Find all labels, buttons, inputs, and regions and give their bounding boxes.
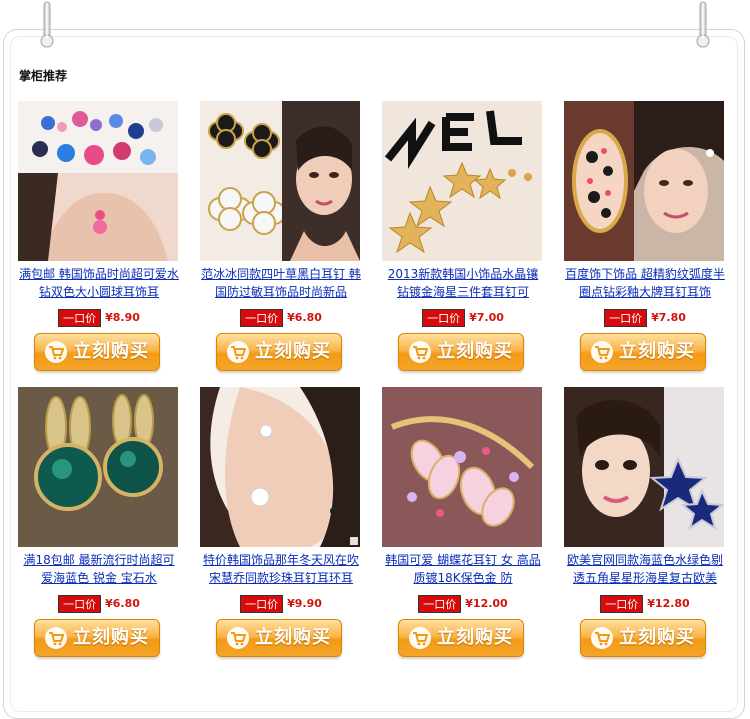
price-row: 一口价 ¥7.80 [564, 309, 726, 327]
shopping-cart-icon [409, 627, 431, 649]
product-image[interactable] [382, 387, 542, 547]
price-tag: 一口价 [420, 596, 460, 612]
buy-now-label: 立刻购买 [437, 341, 513, 362]
shopping-cart-icon [227, 341, 249, 363]
price-tag: 一口价 [602, 596, 642, 612]
shopping-cart-icon [45, 341, 67, 363]
product-card: 百度饰下饰品 超精豹纹弧度半圈点钻彩釉大牌耳钉耳饰 一口价 ¥7.80 立刻购买 [564, 101, 746, 381]
buy-now-label: 立刻购买 [619, 341, 695, 362]
product-price: ¥7.80 [651, 311, 686, 324]
shopping-cart-icon [45, 627, 67, 649]
price-tag: 一口价 [606, 310, 646, 326]
buy-now-button[interactable]: 立刻购买 [580, 333, 706, 371]
product-image[interactable] [200, 387, 360, 547]
product-price: ¥6.80 [105, 597, 140, 610]
product-card: 满18包邮 最新流行时尚超可爱海蓝色 锐金 宝石水 一口价 ¥6.80 立刻购买 [18, 387, 200, 667]
price-tag: 一口价 [242, 596, 282, 612]
buy-now-button[interactable]: 立刻购买 [398, 333, 524, 371]
price-tag: 一口价 [60, 596, 100, 612]
price-row: 一口价 ¥8.90 [18, 309, 180, 327]
product-image[interactable] [564, 387, 724, 547]
product-image[interactable] [382, 101, 542, 261]
buy-now-button[interactable]: 立刻购买 [34, 333, 160, 371]
product-card: 特价韩国饰品那年冬天风在吹宋慧乔同款珍珠耳钉耳环耳 一口价 ¥9.90 立刻购买 [200, 387, 382, 667]
product-title-link[interactable]: 特价韩国饰品那年冬天风在吹宋慧乔同款珍珠耳钉耳环耳 [200, 551, 362, 587]
shopping-cart-icon [591, 627, 613, 649]
product-card: 欧美官网同款海蓝色水绿色剔透五角星星形海星复古欧美 一口价 ¥12.80 立刻购买 [564, 387, 746, 667]
product-title-link[interactable]: 2013新款韩国小饰品水晶镶钻镀金海星三件套耳钉可 [382, 265, 544, 301]
product-price: ¥6.80 [287, 311, 322, 324]
product-image[interactable] [18, 101, 178, 261]
product-card: 韩国可爱 蝴蝶花耳钉 女 高品质镀18K保色金 防 一口价 ¥12.00 立刻购买 [382, 387, 564, 667]
buy-now-button[interactable]: 立刻购买 [580, 619, 706, 657]
buy-now-button[interactable]: 立刻购买 [34, 619, 160, 657]
buy-now-label: 立刻购买 [73, 627, 149, 648]
price-row: 一口价 ¥9.90 [200, 595, 362, 613]
price-tag: 一口价 [60, 310, 100, 326]
buy-now-label: 立刻购买 [255, 341, 331, 362]
buy-now-label: 立刻购买 [437, 627, 513, 648]
product-price: ¥7.00 [469, 311, 504, 324]
price-row: 一口价 ¥6.80 [200, 309, 362, 327]
product-image[interactable] [564, 101, 724, 261]
product-image[interactable] [18, 387, 178, 547]
product-title-link[interactable]: 满18包邮 最新流行时尚超可爱海蓝色 锐金 宝石水 [18, 551, 180, 587]
binder-pin-icon [40, 1, 54, 48]
buy-now-label: 立刻购买 [255, 627, 331, 648]
shopping-cart-icon [591, 341, 613, 363]
price-row: 一口价 ¥6.80 [18, 595, 180, 613]
shopping-cart-icon [409, 341, 431, 363]
buy-now-label: 立刻购买 [619, 627, 695, 648]
buy-now-button[interactable]: 立刻购买 [216, 333, 342, 371]
product-card: 2013新款韩国小饰品水晶镶钻镀金海星三件套耳钉可 一口价 ¥7.00 立刻购买 [382, 101, 564, 381]
product-title-link[interactable]: 范冰冰同款四叶草黑白耳钉 韩国防过敏耳饰品时尚新品 [200, 265, 362, 301]
product-image[interactable] [200, 101, 360, 261]
product-card: 满包邮 韩国饰品时尚超可爱水钻双色大小圆球耳饰耳 一口价 ¥8.90 立刻购买 [18, 101, 200, 381]
product-price: ¥12.00 [465, 597, 508, 610]
price-tag: 一口价 [242, 310, 282, 326]
price-row: 一口价 ¥12.80 [564, 595, 726, 613]
buy-now-label: 立刻购买 [73, 341, 149, 362]
product-title-link[interactable]: 百度饰下饰品 超精豹纹弧度半圈点钻彩釉大牌耳钉耳饰 [564, 265, 726, 301]
product-price: ¥12.80 [647, 597, 690, 610]
price-row: 一口价 ¥7.00 [382, 309, 544, 327]
binder-pin-icon [696, 1, 710, 48]
product-title-link[interactable]: 满包邮 韩国饰品时尚超可爱水钻双色大小圆球耳饰耳 [18, 265, 180, 301]
product-price: ¥9.90 [287, 597, 322, 610]
product-title-link[interactable]: 欧美官网同款海蓝色水绿色剔透五角星星形海星复古欧美 [564, 551, 726, 587]
product-card: 范冰冰同款四叶草黑白耳钉 韩国防过敏耳饰品时尚新品 一口价 ¥6.80 立刻购买 [200, 101, 382, 381]
product-price: ¥8.90 [105, 311, 140, 324]
buy-now-button[interactable]: 立刻购买 [398, 619, 524, 657]
price-row: 一口价 ¥12.00 [382, 595, 544, 613]
shopping-cart-icon [227, 627, 249, 649]
price-tag: 一口价 [424, 310, 464, 326]
buy-now-button[interactable]: 立刻购买 [216, 619, 342, 657]
section-title: 掌柜推荐 [19, 69, 68, 83]
product-title-link[interactable]: 韩国可爱 蝴蝶花耳钉 女 高品质镀18K保色金 防 [382, 551, 544, 587]
